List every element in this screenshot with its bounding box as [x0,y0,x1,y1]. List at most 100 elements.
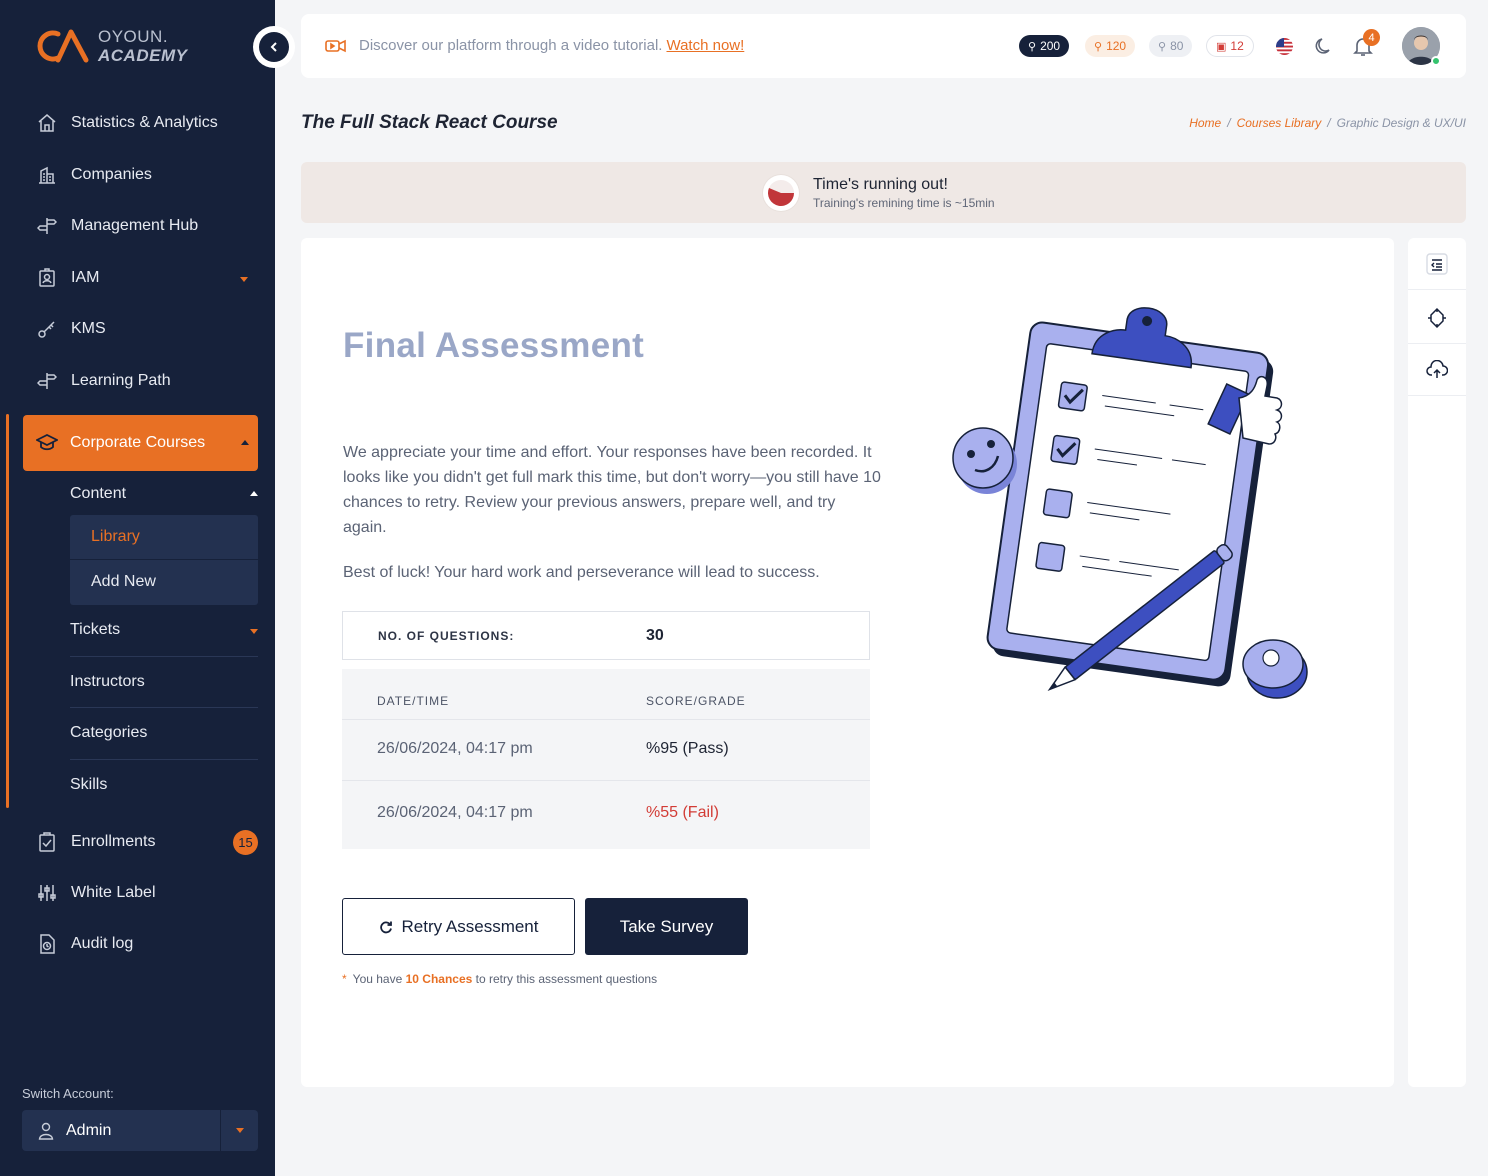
assessment-card: Final Assessment We appreciate your time… [301,238,1394,1087]
us-flag-icon[interactable] [1275,38,1294,60]
sidebar-item-label: Audit log [71,935,134,952]
logo-line2: ACADEMY [98,46,188,65]
points-pill-gray[interactable]: ⚲ 80 [1149,35,1193,57]
sidebar-item-label: Management Hub [71,217,199,234]
breadcrumb-separator: / [1327,116,1331,130]
clipboard-check-icon [36,831,58,853]
chevron-up-icon[interactable] [250,491,258,496]
signpost-icon [36,215,58,237]
questions-label: NO. OF QUESTIONS: [378,628,515,643]
sidebar-item-audit-log[interactable]: Audit log [36,929,133,959]
clipboard-illustration [941,298,1341,718]
watch-now-link[interactable]: Watch now! [666,37,744,54]
alert-title: Time's running out! [813,176,948,193]
sliders-icon [36,882,58,904]
upload-button[interactable] [1408,344,1466,396]
switch-account-select[interactable]: Admin [22,1110,258,1151]
enrollments-count-badge: 15 [233,830,258,855]
retry-note: * You have 10 Chances to retry this asses… [342,972,657,986]
sidebar-item-categories[interactable]: Categories [70,724,147,742]
video-icon [325,38,347,54]
sidebar-item-corporate-courses[interactable]: Corporate Courses [23,415,258,471]
navigate-button[interactable] [1408,292,1466,344]
sidebar-item-companies[interactable]: Companies [36,160,152,190]
sidebar-item-enrollments[interactable]: Enrollments [36,827,155,857]
note-highlight: 10 Chances [405,972,473,986]
outdent-list-icon [1426,252,1448,275]
key-icon: ⚲ [1158,40,1167,53]
timer-pie-icon [763,175,799,211]
page-title: The Full Stack React Course [301,112,558,133]
sidebar-item-white-label[interactable]: White Label [36,878,156,908]
key-icon [36,318,58,340]
collapse-sidebar-button[interactable] [253,26,295,68]
pill-value: 80 [1170,39,1184,53]
attempt-date: 26/06/2024, 04:17 pm [377,804,533,821]
chevron-down-icon[interactable] [240,277,248,282]
retry-assessment-button[interactable]: Retry Assessment [342,898,575,955]
time-alert: Time's running out! Training's remining … [301,162,1466,223]
attempts-table: DATE/TIME SCORE/GRADE 26/06/2024, 04:17 … [342,669,870,849]
points-pill-dark[interactable]: ⚲ 200 [1019,35,1070,57]
breadcrumb-courses-library[interactable]: Courses Library [1237,116,1322,130]
refresh-icon [379,920,393,934]
retry-label: Retry Assessment [401,916,539,936]
top-bar: Discover our platform through a video tu… [301,14,1466,78]
account-dropdown-button[interactable] [220,1110,258,1151]
breadcrumb: Home / Courses Library / Graphic Design & UX… [1189,116,1466,130]
chevron-down-icon [235,1128,244,1133]
sidebar-item-content[interactable]: Content [70,485,126,503]
take-survey-button[interactable]: Take Survey [585,898,748,955]
sidebar-item-statistics[interactable]: Statistics & Analytics [36,108,218,138]
logo-line1: OYOUN. [98,27,169,46]
key-icon: ⚲ [1028,40,1037,53]
divider [342,719,870,720]
attempt-date: 26/06/2024, 04:17 pm [377,740,533,757]
submenu-item-library[interactable]: Library [70,515,258,559]
divider [70,656,258,657]
chevron-down-icon[interactable] [250,629,258,634]
sidebar-item-label: KMS [71,320,106,337]
divider [342,780,870,781]
active-section-indicator [6,414,9,808]
sidebar-item-tickets[interactable]: Tickets [70,621,120,639]
sidebar-item-label: Learning Path [71,372,171,389]
chevron-up-icon[interactable] [241,440,249,445]
sidebar-item-instructors[interactable]: Instructors [70,673,145,691]
moon-icon[interactable] [1314,36,1334,61]
toc-toggle-button[interactable] [1408,238,1466,290]
submenu-item-add-new[interactable]: Add New [70,559,258,603]
assessment-description: We appreciate your time and effort. Your… [343,444,881,536]
logo-mark-icon [36,26,90,66]
divider [70,759,258,760]
pill-value: 120 [1106,39,1127,53]
sidebar-item-learning-path[interactable]: Learning Path [36,366,171,396]
questions-count-box: NO. OF QUESTIONS: 30 [342,611,870,660]
user-icon [38,1122,54,1140]
sidebar-item-label: IAM [71,269,100,286]
sidebar-item-label: Enrollments [71,833,156,850]
tools-panel [1408,238,1466,1087]
promo-banner: Discover our platform through a video tu… [325,37,744,54]
document-clock-icon [36,933,58,955]
attempt-score: %95 (Pass) [646,740,729,757]
cloud-upload-icon [1426,359,1448,380]
table-header-score: SCORE/GRADE [646,694,746,708]
move-arrows-icon [1426,307,1448,329]
online-status-indicator [1431,56,1441,66]
sidebar-item-skills[interactable]: Skills [70,776,107,794]
pill-value: 200 [1040,39,1061,53]
points-pill-red[interactable]: ▣ 12 [1206,35,1254,57]
breadcrumb-home[interactable]: Home [1189,116,1221,130]
ticket-icon: ▣ [1216,40,1227,53]
home-icon [36,112,58,134]
content-submenu: Library Add New [70,515,258,605]
points-pill-orange[interactable]: ⚲ 120 [1085,35,1136,57]
attempt-score: %55 (Fail) [646,804,719,821]
brand-logo[interactable]: OYOUN. ACADEMY [36,26,187,66]
sidebar-item-management-hub[interactable]: Management Hub [36,211,198,241]
sidebar-item-iam[interactable]: IAM [36,263,99,293]
sidebar-item-label: Companies [71,166,152,183]
sidebar-item-kms[interactable]: KMS [36,314,106,344]
pill-value: 12 [1230,39,1244,53]
